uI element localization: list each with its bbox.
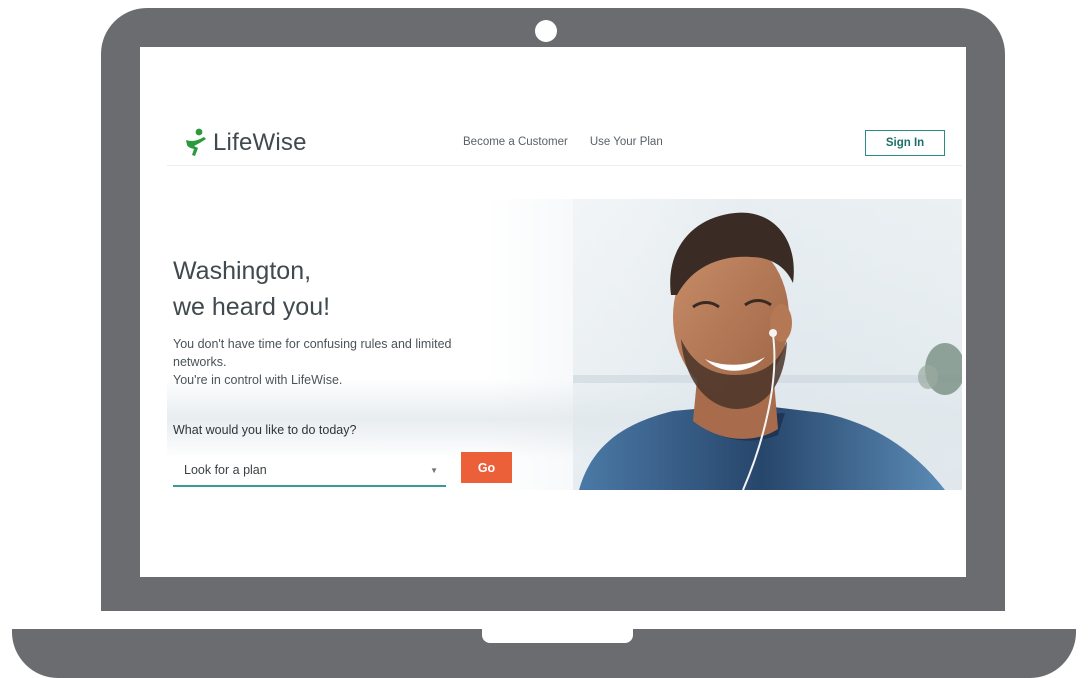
headline-line-2: we heard you!	[173, 293, 331, 321]
laptop-notch	[482, 629, 633, 643]
brand-name: LifeWise	[213, 129, 307, 156]
subtext-line-1: You don't have time for confusing rules …	[173, 337, 452, 351]
action-select-value: Look for a plan	[184, 463, 267, 477]
site-header: LifeWise Become a Customer Use Your Plan…	[167, 117, 962, 166]
logo[interactable]: LifeWise	[184, 125, 307, 161]
action-select[interactable]: Look for a plan ▼	[173, 455, 446, 487]
hero-copy: Washington, we heard you! You don't have…	[173, 253, 493, 437]
nav-become-a-customer[interactable]: Become a Customer	[463, 136, 568, 148]
hero-section: Washington, we heard you! You don't have…	[167, 199, 962, 490]
main-nav: Become a Customer Use Your Plan	[463, 136, 663, 148]
go-button[interactable]: Go	[461, 452, 512, 483]
webcam-icon	[535, 20, 557, 42]
caret-down-icon: ▼	[430, 465, 438, 475]
laptop-screen: LifeWise Become a Customer Use Your Plan…	[140, 47, 966, 577]
headline-line-1: Washington,	[173, 257, 312, 285]
hero-headline: Washington, we heard you!	[173, 253, 493, 325]
nav-use-your-plan[interactable]: Use Your Plan	[590, 136, 663, 148]
website: LifeWise Become a Customer Use Your Plan…	[140, 47, 966, 577]
leaping-figure-logo-icon	[186, 128, 206, 156]
subtext-line-2: networks.	[173, 355, 227, 369]
subtext-line-3: You're in control with LifeWise.	[173, 373, 343, 387]
hero-photo	[573, 199, 962, 490]
sign-in-button[interactable]: Sign In	[865, 130, 945, 156]
action-question-label: What would you like to do today?	[173, 423, 357, 437]
hero-subtext: You don't have time for confusing rules …	[173, 335, 493, 389]
